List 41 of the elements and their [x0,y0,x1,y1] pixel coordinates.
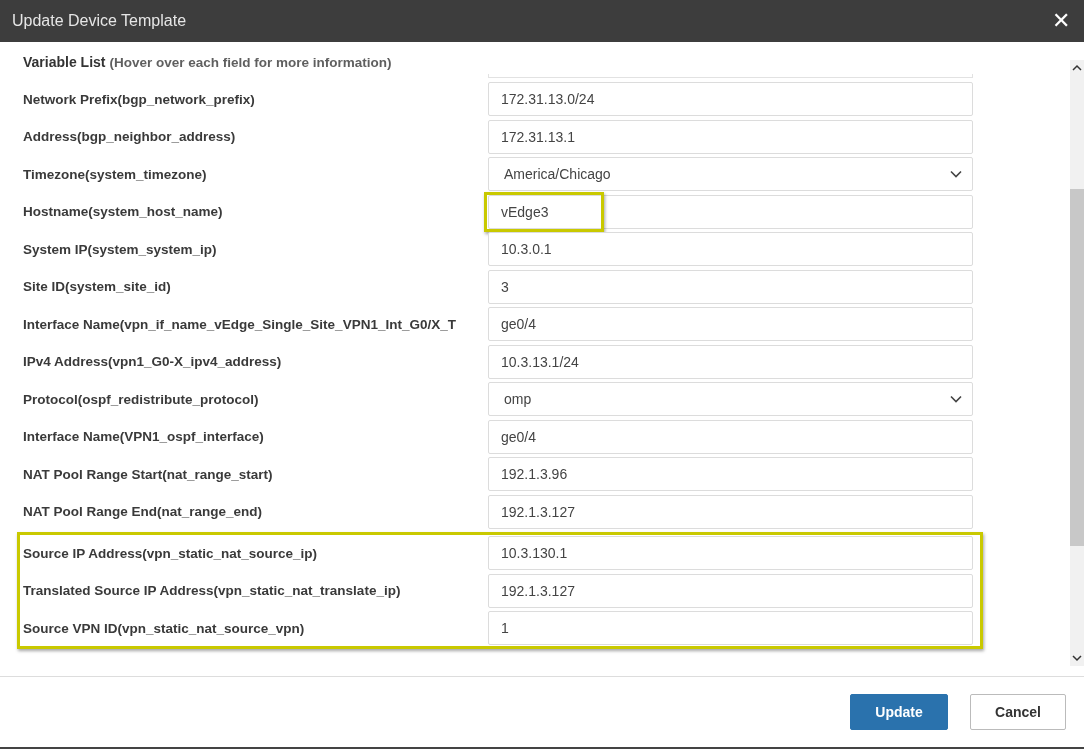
field-label: Hostname(system_host_name) [23,204,224,219]
update-button[interactable]: Update [850,694,948,730]
field-label: System IP(system_system_ip) [23,241,218,257]
field-label: IPv4 Address(vpn1_G0-X_ipv4_address) [23,354,283,369]
field-label: Address(bgp_neighbor_address) [23,129,237,144]
input-field[interactable]: 192.1.3.127 [488,494,973,529]
close-button[interactable]: ✕ [1048,10,1074,32]
section-title: Variable List [23,54,106,70]
field-label: Site ID(system_site_id) [23,279,172,294]
cancel-button[interactable]: Cancel [970,694,1066,730]
field-label: NAT Pool Range Start(nat_range_start) [23,466,274,482]
section-hint: (Hover over each field for more information) [109,55,392,70]
scrollbar[interactable] [1070,60,1084,666]
field-label: Protocol(ospf_redistribute_protocol) [23,391,260,407]
input-field[interactable]: 1 [488,611,973,645]
input-field[interactable]: 10.3.13.1/24 [488,344,973,379]
input-field[interactable]: 3 [488,269,973,304]
field-label: Timezone(system_timezone) [23,166,208,182]
input-field[interactable]: ge0/4 [488,419,973,454]
input-field[interactable]: 172.31.13.0/24 [488,82,973,116]
input-field[interactable]: 172.31.13.1 [488,119,973,154]
field-label: Source VPN ID(vpn_static_nat_source_vpn) [23,620,306,636]
chevron-down-icon [950,170,962,178]
dropdown-field[interactable]: America/Chicago [488,157,973,191]
field-label: NAT Pool Range End(nat_range_end) [23,504,264,519]
field-label: Translated Source IP Address(vpn_static_nat_translate_ip) [23,583,402,598]
input-field[interactable]: vEdge3 [488,194,973,229]
input-field[interactable]: ge0/4 [488,307,973,341]
field-label: Interface Name(VPN1_ospf_interface) [23,429,265,444]
window-title: Update Device Template [12,12,187,30]
field-label: Network Prefix(bgp_network_prefix) [23,91,256,107]
chevron-down-icon [1072,655,1082,662]
input-field[interactable]: 192.1.3.96 [488,457,973,491]
field-label: Interface Name(vpn_if_name_vEdge_Single_Site_VPN1_Int_G0/X_T [23,316,457,332]
input-field[interactable]: 192.1.3.127 [488,573,973,608]
chevron-down-icon [950,395,962,403]
input-field[interactable]: 10.3.130.1 [488,536,973,570]
chevron-up-icon [1072,64,1082,71]
dropdown-field[interactable]: omp [488,382,973,416]
field-label: Source IP Address(vpn_static_nat_source_ip) [23,545,319,561]
input-field[interactable]: 10.3.0.1 [488,232,973,266]
